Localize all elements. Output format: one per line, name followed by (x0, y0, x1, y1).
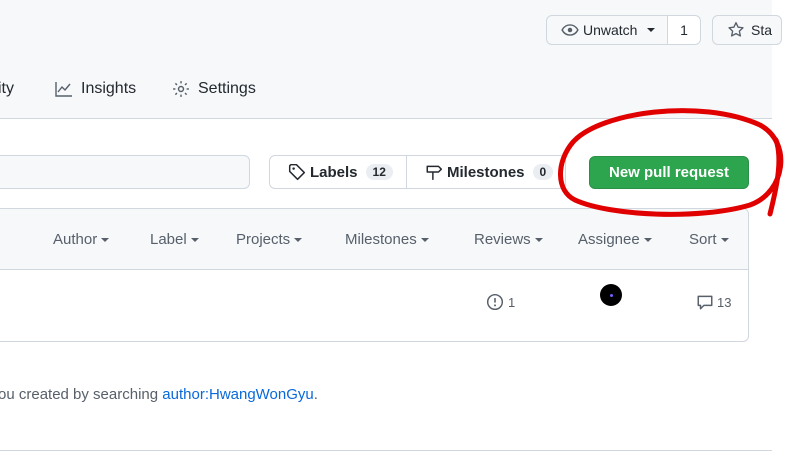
tab-security-label: ity (0, 80, 14, 97)
filter-assignee[interactable]: Assignee (578, 231, 652, 248)
comments-count[interactable]: 13 (696, 293, 731, 311)
search-hint-text: ou created by searching (0, 386, 163, 403)
chevron-down-icon (720, 237, 729, 242)
tab-settings-label: Settings (198, 80, 256, 97)
watchers-count-value: 1 (680, 22, 688, 38)
tab-settings[interactable]: Settings (172, 80, 256, 98)
graph-icon (54, 80, 74, 98)
filter-label-label: Label (150, 231, 187, 248)
footer-divider (0, 450, 772, 451)
assignee-avatar[interactable] (600, 284, 622, 306)
pr-search-input[interactable] (0, 155, 250, 189)
page-gutter (772, 0, 789, 465)
filter-reviews[interactable]: Reviews (474, 231, 543, 248)
milestones-button[interactable]: Milestones 0 (406, 155, 566, 189)
eye-icon (561, 21, 579, 39)
star-label: Sta (751, 22, 773, 38)
chevron-down-icon (643, 237, 652, 242)
linked-issues-count[interactable]: 1 (486, 293, 515, 311)
list-filter-bar: Author Label Projects Milestones Reviews… (0, 209, 748, 270)
filter-label[interactable]: Label (150, 231, 199, 248)
watchers-count[interactable]: 1 (667, 15, 701, 45)
new-pull-request-label: New pull request (608, 164, 730, 181)
tab-insights[interactable]: Insights (54, 80, 136, 98)
milestones-count: 0 (532, 164, 554, 180)
unwatch-label: Unwatch (583, 22, 638, 38)
linked-issues-value: 1 (508, 294, 516, 310)
pull-request-list: Author Label Projects Milestones Reviews… (0, 208, 749, 342)
filter-projects-label: Projects (236, 231, 291, 248)
unwatch-button[interactable]: Unwatch (546, 15, 668, 45)
tab-insights-label: Insights (81, 80, 137, 97)
chevron-down-icon (647, 28, 656, 32)
labels-count: 12 (365, 164, 393, 180)
labels-button[interactable]: Labels 12 (269, 155, 407, 189)
comment-icon (696, 293, 714, 311)
chevron-down-icon (420, 237, 429, 242)
search-hint-suffix: . (313, 386, 318, 403)
new-pull-request-button[interactable]: New pull request (589, 156, 749, 189)
tab-security[interactable]: ity (0, 80, 14, 98)
filter-reviews-label: Reviews (474, 231, 531, 248)
filter-milestones-label: Milestones (345, 231, 417, 248)
filter-author[interactable]: Author (53, 231, 110, 248)
filter-author-label: Author (53, 231, 98, 248)
chevron-down-icon (101, 237, 110, 242)
search-hint: ou created by searching author:HwangWonG… (0, 386, 318, 403)
milestone-icon (425, 163, 443, 181)
filter-projects[interactable]: Projects (236, 231, 303, 248)
chevron-down-icon (190, 237, 199, 242)
filter-sort-label: Sort (689, 231, 717, 248)
issue-opened-icon (486, 293, 504, 311)
tag-icon (288, 163, 306, 181)
milestones-label: Milestones (447, 163, 525, 181)
gear-icon (172, 80, 190, 98)
chevron-down-icon (534, 237, 543, 242)
chevron-down-icon (294, 237, 303, 242)
comments-value: 13 (717, 294, 732, 310)
author-search-link[interactable]: author:HwangWonGyu (162, 386, 313, 403)
labels-label: Labels (310, 163, 358, 181)
star-icon (727, 21, 745, 39)
filter-milestones[interactable]: Milestones (345, 231, 429, 248)
filter-sort[interactable]: Sort (689, 231, 729, 248)
filter-assignee-label: Assignee (578, 231, 640, 248)
star-button[interactable]: Sta (712, 15, 782, 45)
